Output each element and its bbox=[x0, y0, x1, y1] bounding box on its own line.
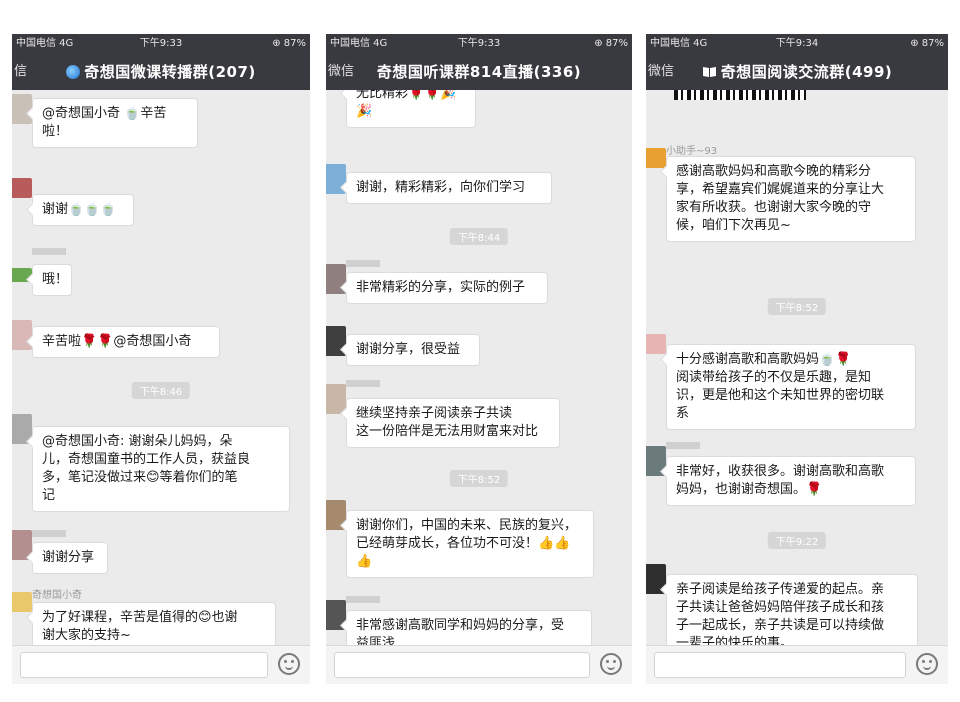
message-bubble[interactable]: 哦！ bbox=[32, 264, 72, 296]
sender-name-blurred bbox=[346, 596, 380, 603]
sender-name-blurred bbox=[666, 442, 700, 449]
sender-name-blurred bbox=[32, 530, 66, 537]
timestamp: 下午8:52 bbox=[449, 470, 509, 487]
input-bar bbox=[326, 645, 632, 684]
chat-header: 信 奇想国微课转播群(207) bbox=[12, 54, 310, 90]
clock: 下午9:34 bbox=[775, 38, 819, 49]
message-list[interactable]: @奇想国小奇 🍵辛苦啦！ 谢谢🍵🍵🍵 哦！ 辛苦啦🌹🌹@奇想国小奇 下午8:46… bbox=[12, 90, 310, 646]
chat-header: 微信 奇想国阅读交流群(499) bbox=[646, 54, 948, 90]
clock: 下午9:33 bbox=[139, 38, 183, 49]
message-input[interactable] bbox=[334, 652, 590, 678]
book-icon bbox=[702, 67, 716, 77]
emoji-icon[interactable] bbox=[916, 653, 938, 675]
avatar[interactable] bbox=[646, 334, 666, 354]
message-bubble[interactable]: 谢谢分享 bbox=[32, 542, 108, 574]
message-bubble[interactable]: @奇想国小奇: 谢谢朵儿妈妈，朵 儿，奇想国童书的工作人员，获益良 多，笔记没做… bbox=[32, 426, 290, 512]
sender-name: 奇想国小奇 bbox=[32, 590, 82, 601]
sender-name-blurred bbox=[346, 260, 380, 267]
sender-name-blurred bbox=[346, 380, 380, 387]
message-input[interactable] bbox=[654, 652, 906, 678]
message-bubble[interactable]: 无比精彩🌹🌹🎉🎉 bbox=[346, 90, 476, 128]
timestamp: 下午8:52 bbox=[767, 298, 827, 315]
sender-name-blurred bbox=[32, 248, 66, 255]
emoji-icon[interactable] bbox=[600, 653, 622, 675]
message-bubble[interactable]: 亲子阅读是给孩子传递爱的起点。亲 子共读让爸爸妈妈陪伴孩子成长和孩 子一起成长，… bbox=[666, 574, 918, 646]
avatar[interactable] bbox=[12, 592, 32, 612]
message-bubble[interactable]: 辛苦啦🌹🌹@奇想国小奇 bbox=[32, 326, 220, 358]
message-bubble[interactable]: 为了好课程，辛苦是值得的😊也谢 谢大家的支持~ bbox=[32, 602, 276, 646]
avatar[interactable] bbox=[12, 178, 32, 198]
timestamp: 下午8:44 bbox=[449, 228, 509, 245]
chat-title-text: 奇想国微课转播群(207) bbox=[84, 63, 256, 81]
input-bar bbox=[646, 645, 948, 684]
message-list[interactable]: 小助手~93 感谢高歌妈妈和高歌今晚的精彩分 享，希望嘉宾们娓娓道来的分享让大 … bbox=[646, 90, 948, 646]
message-bubble[interactable]: 十分感谢高歌和高歌妈妈🍵🌹 阅读带给孩子的不仅是乐趣，是知 识，更是他和这个未知… bbox=[666, 344, 916, 430]
globe-icon bbox=[66, 65, 81, 79]
status-bar: 中国电信 4G 下午9:33 ⊕ 87% bbox=[12, 34, 310, 54]
message-bubble[interactable]: @奇想国小奇 🍵辛苦啦！ bbox=[32, 98, 198, 148]
message-bubble[interactable]: 谢谢，精彩精彩，向你们学习 bbox=[346, 172, 552, 204]
chat-title-text: 奇想国阅读交流群(499) bbox=[720, 63, 893, 81]
status-bar: 中国电信 4G 下午9:33 ⊕ 87% bbox=[326, 34, 632, 54]
timestamp: 下午9:22 bbox=[767, 532, 827, 549]
message-bubble[interactable]: 继续坚持亲子阅读亲子共读 这一份陪伴是无法用财富来对比 bbox=[346, 398, 560, 448]
chat-header: 微信 奇想国听课群814直播(336) bbox=[326, 54, 632, 90]
emoji-icon[interactable] bbox=[278, 653, 300, 675]
sender-name: 小助手~93 bbox=[666, 146, 718, 157]
message-input[interactable] bbox=[20, 652, 268, 678]
message-bubble[interactable]: 谢谢你们，中国的未来、民族的复兴， 已经萌芽成长，各位功不可没！👍👍 👍 bbox=[346, 510, 594, 578]
qr-code-image[interactable] bbox=[674, 90, 806, 100]
battery-indicator: ⊕ 87% bbox=[272, 38, 306, 49]
message-bubble[interactable]: 谢谢🍵🍵🍵 bbox=[32, 194, 134, 226]
timestamp: 下午8:46 bbox=[131, 382, 191, 399]
avatar[interactable] bbox=[646, 148, 666, 168]
message-bubble[interactable]: 非常精彩的分享，实际的例子 bbox=[346, 272, 548, 304]
message-bubble[interactable]: 谢谢分享，很受益 bbox=[346, 334, 480, 366]
input-bar bbox=[12, 645, 310, 684]
chat-screen-3: 中国电信 4G 下午9:34 ⊕ 87% 微信 奇想国阅读交流群(499) 小助… bbox=[646, 34, 948, 684]
battery-indicator: ⊕ 87% bbox=[910, 38, 944, 49]
chat-title: 奇想国微课转播群(207) bbox=[12, 54, 310, 90]
message-bubble[interactable]: 非常好，收获很多。谢谢高歌和高歌 妈妈，也谢谢奇想国。🌹 bbox=[666, 456, 916, 506]
chat-title: 奇想国阅读交流群(499) bbox=[646, 54, 948, 90]
status-bar: 中国电信 4G 下午9:34 ⊕ 87% bbox=[646, 34, 948, 54]
battery-indicator: ⊕ 87% bbox=[594, 38, 628, 49]
message-bubble[interactable]: 非常感谢高歌同学和妈妈的分享，受 益匪浅 bbox=[346, 610, 592, 646]
chat-title: 奇想国听课群814直播(336) bbox=[376, 63, 582, 81]
chat-screen-1: 中国电信 4G 下午9:33 ⊕ 87% 信 奇想国微课转播群(207) @奇想… bbox=[12, 34, 310, 684]
message-bubble[interactable]: 感谢高歌妈妈和高歌今晚的精彩分 享，希望嘉宾们娓娓道来的分享让大 家有所收获。也… bbox=[666, 156, 916, 242]
clock: 下午9:33 bbox=[457, 38, 501, 49]
avatar[interactable] bbox=[12, 320, 32, 350]
chat-screen-2: 中国电信 4G 下午9:33 ⊕ 87% 微信 奇想国听课群814直播(336)… bbox=[326, 34, 632, 684]
message-list[interactable]: 无比精彩🌹🌹🎉🎉 谢谢，精彩精彩，向你们学习 下午8:44 非常精彩的分享，实际… bbox=[326, 90, 632, 646]
